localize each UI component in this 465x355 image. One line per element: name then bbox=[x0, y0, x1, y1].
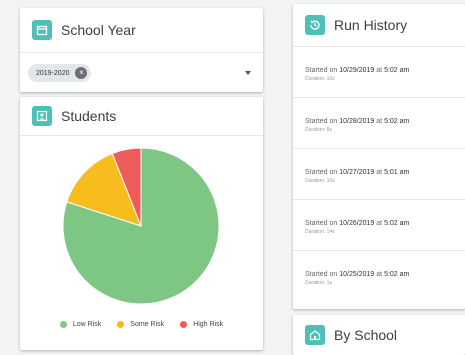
chip-label: 2019-2020 bbox=[36, 69, 70, 77]
legend-high-risk-swatch bbox=[180, 321, 188, 328]
run-duration: Duration: 8s bbox=[305, 127, 332, 133]
run-date: 10/26/2019 bbox=[339, 220, 375, 227]
run-date: 10/28/2019 bbox=[339, 118, 375, 125]
history-icon bbox=[305, 15, 325, 35]
legend-low-risk-label: Low Risk bbox=[72, 321, 102, 328]
run-prefix: Started on bbox=[305, 271, 338, 278]
students-card: Students Low Risk Some Risk High Risk bbox=[20, 97, 263, 350]
by-school-header: By School bbox=[293, 315, 465, 355]
legend-low-risk-swatch bbox=[59, 321, 67, 328]
run-connector: at bbox=[376, 169, 383, 176]
run-time: 5:01 am bbox=[384, 169, 410, 176]
legend-some-risk-label: Some Risk bbox=[130, 321, 165, 328]
school-icon bbox=[305, 325, 325, 345]
legend-high-risk[interactable]: High Risk bbox=[180, 321, 223, 328]
run-history-card: Run History Started on 10/29/2019 at 5:0… bbox=[293, 4, 465, 309]
legend-some-risk[interactable]: Some Risk bbox=[117, 321, 164, 328]
run-duration: Duration: 1s bbox=[305, 280, 332, 286]
school-year-card: School Year 2019-2020 × bbox=[20, 8, 263, 92]
school-year-select[interactable]: 2019-2020 × bbox=[28, 62, 255, 84]
risk-pie-chart bbox=[62, 147, 220, 305]
run-prefix: Started on bbox=[305, 220, 338, 227]
run-duration: Duration: 14s bbox=[305, 229, 335, 235]
legend-low-risk[interactable]: Low Risk bbox=[59, 321, 102, 328]
run-time: 5:02 am bbox=[384, 118, 410, 125]
student-icon bbox=[32, 106, 52, 126]
run-connector: at bbox=[376, 271, 383, 278]
chip-remove-icon[interactable]: × bbox=[75, 67, 88, 79]
run-time: 5:02 am bbox=[384, 271, 410, 278]
calendar-icon bbox=[32, 20, 52, 40]
run-prefix: Started on bbox=[305, 67, 338, 74]
run-date: 10/29/2019 bbox=[339, 67, 375, 74]
run-item[interactable]: Started on 10/27/2019 at 5:01 am Duratio… bbox=[293, 148, 465, 199]
run-item[interactable]: Started on 10/25/2019 at 5:02 am Duratio… bbox=[293, 250, 465, 301]
students-header: Students bbox=[20, 97, 263, 136]
by-school-card: By School bbox=[293, 315, 465, 355]
students-title: Students bbox=[61, 108, 117, 124]
run-item[interactable]: Started on 10/26/2019 at 5:02 am Duratio… bbox=[293, 199, 465, 250]
by-school-title: By School bbox=[334, 327, 398, 343]
school-year-chip[interactable]: 2019-2020 × bbox=[28, 64, 92, 82]
run-history-header: Run History bbox=[293, 4, 465, 46]
chart-legend: Low Risk Some Risk High Risk bbox=[20, 321, 263, 328]
school-year-header: School Year bbox=[20, 8, 263, 53]
run-history-title: Run History bbox=[334, 17, 408, 33]
run-date: 10/25/2019 bbox=[339, 271, 375, 278]
run-time: 5:02 am bbox=[384, 67, 410, 74]
run-duration: Duration: 10s bbox=[305, 178, 335, 184]
run-connector: at bbox=[376, 220, 383, 227]
legend-high-risk-label: High Risk bbox=[193, 321, 224, 328]
run-history-list: Started on 10/29/2019 at 5:02 am Duratio… bbox=[293, 46, 465, 301]
run-prefix: Started on bbox=[305, 169, 338, 176]
run-prefix: Started on bbox=[305, 118, 338, 125]
run-connector: at bbox=[376, 118, 383, 125]
run-item[interactable]: Started on 10/29/2019 at 5:02 am Duratio… bbox=[293, 46, 465, 97]
run-item[interactable]: Started on 10/28/2019 at 5:02 am Duratio… bbox=[293, 97, 465, 148]
run-duration: Duration: 10s bbox=[305, 76, 335, 82]
run-time: 5:02 am bbox=[384, 220, 410, 227]
run-connector: at bbox=[376, 67, 383, 74]
school-year-title: School Year bbox=[61, 22, 136, 38]
legend-some-risk-swatch bbox=[117, 321, 125, 328]
run-date: 10/27/2019 bbox=[339, 169, 375, 176]
dropdown-arrow-icon[interactable] bbox=[245, 71, 251, 75]
